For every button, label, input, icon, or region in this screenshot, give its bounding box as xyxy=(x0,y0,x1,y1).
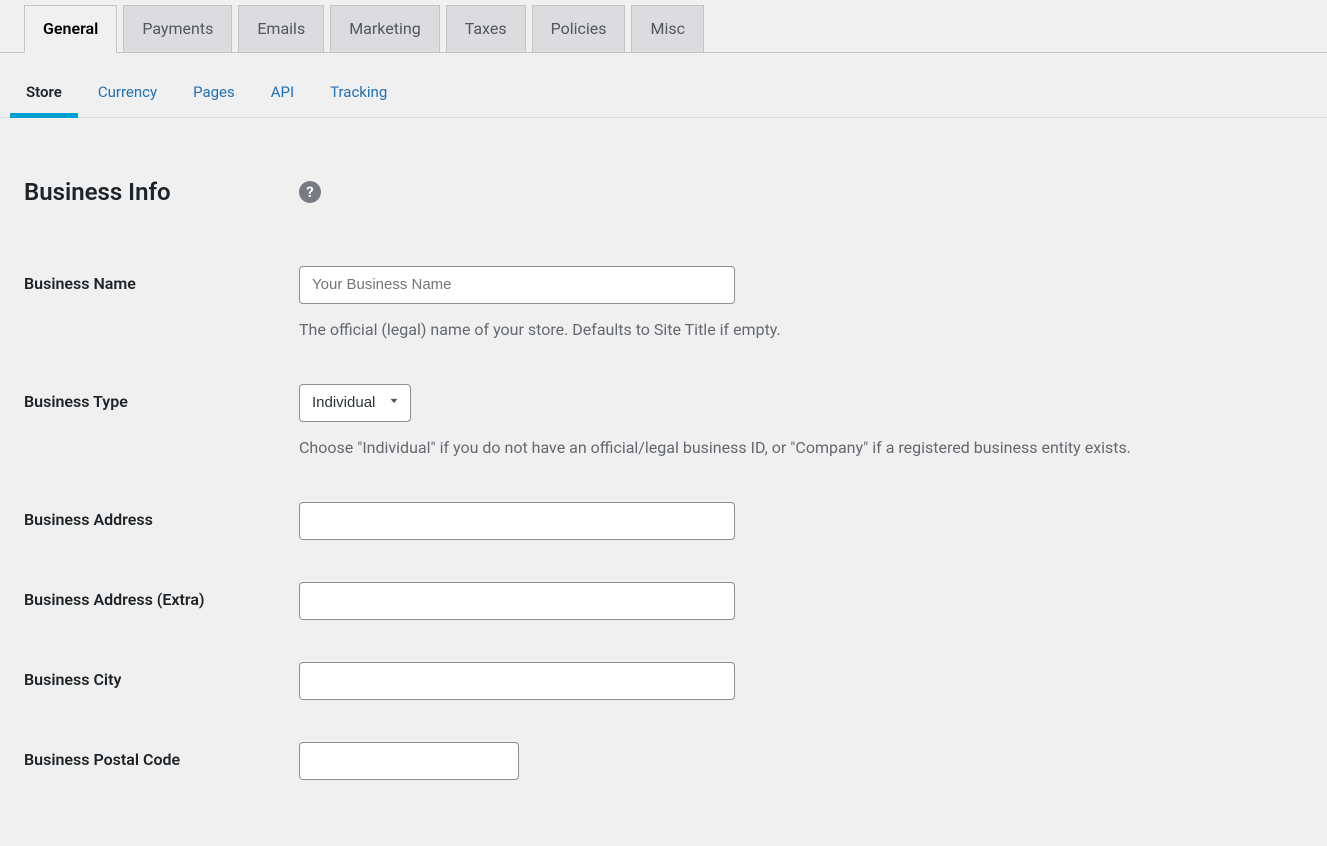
section-title: Business Info xyxy=(24,178,299,206)
tab-policies[interactable]: Policies xyxy=(532,5,626,52)
primary-tabs: General Payments Emails Marketing Taxes … xyxy=(0,0,1327,53)
row-business-city: Business City xyxy=(24,662,1303,700)
section-header: Business Info ? xyxy=(24,178,1303,206)
label-business-postal-code: Business Postal Code xyxy=(24,742,299,769)
label-business-address: Business Address xyxy=(24,502,299,529)
secondary-tabs: Store Currency Pages API Tracking xyxy=(0,69,1327,118)
label-business-type: Business Type xyxy=(24,384,299,411)
label-business-name: Business Name xyxy=(24,266,299,293)
business-address-extra-input[interactable] xyxy=(299,582,735,620)
business-type-description: Choose "Individual" if you do not have a… xyxy=(299,436,1303,460)
subtab-tracking[interactable]: Tracking xyxy=(328,69,389,117)
subtab-currency[interactable]: Currency xyxy=(96,69,159,117)
business-postal-code-input[interactable] xyxy=(299,742,519,780)
tab-taxes[interactable]: Taxes xyxy=(446,5,526,52)
tab-general[interactable]: General xyxy=(24,5,117,53)
business-name-description: The official (legal) name of your store.… xyxy=(299,318,1303,342)
business-city-input[interactable] xyxy=(299,662,735,700)
row-business-address: Business Address xyxy=(24,502,1303,540)
label-business-address-extra: Business Address (Extra) xyxy=(24,582,299,609)
tab-payments[interactable]: Payments xyxy=(123,5,232,52)
tab-misc[interactable]: Misc xyxy=(631,5,704,52)
row-business-type: Business Type Individual Choose "Individ… xyxy=(24,384,1303,460)
subtab-api[interactable]: API xyxy=(269,69,296,117)
tab-marketing[interactable]: Marketing xyxy=(330,5,439,52)
help-icon[interactable]: ? xyxy=(299,181,321,203)
row-business-postal-code: Business Postal Code xyxy=(24,742,1303,780)
label-business-city: Business City xyxy=(24,662,299,689)
business-name-input[interactable] xyxy=(299,266,735,304)
business-type-select[interactable]: Individual xyxy=(299,384,411,422)
row-business-name: Business Name The official (legal) name … xyxy=(24,266,1303,342)
business-address-input[interactable] xyxy=(299,502,735,540)
settings-form: Business Info ? Business Name The offici… xyxy=(0,118,1327,846)
subtab-pages[interactable]: Pages xyxy=(191,69,237,117)
subtab-store[interactable]: Store xyxy=(24,69,64,117)
row-business-address-extra: Business Address (Extra) xyxy=(24,582,1303,620)
tab-emails[interactable]: Emails xyxy=(238,5,324,52)
